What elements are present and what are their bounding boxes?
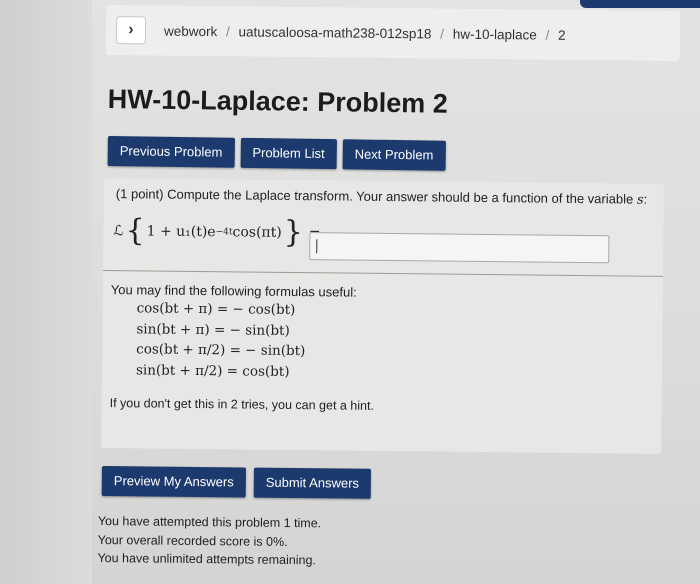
breadcrumb-item-course[interactable]: uatuscaloosa-math238-012sp18 xyxy=(239,24,432,41)
equation-expression: 1 + u₁(t)e xyxy=(146,223,216,241)
problem-prompt: (1 point) Compute the Laplace transform.… xyxy=(116,186,647,208)
laplace-operator: ℒ xyxy=(113,223,124,240)
chevron-right-icon[interactable]: › xyxy=(115,16,147,45)
formula-item: cos(bt + π/2) = − sin(bt) xyxy=(136,341,306,360)
breadcrumb-item-problem: 2 xyxy=(558,27,566,43)
status-attempts: You have attempted this problem 1 time. xyxy=(97,513,322,531)
problem-panel: (1 point) Compute the Laplace transform.… xyxy=(101,178,664,454)
page-title: HW-10-Laplace: Problem 2 xyxy=(107,84,449,119)
laplace-equation: ℒ { 1 + u₁(t)e−4t cos(πt) } = xyxy=(113,213,320,251)
prompt-colon: : xyxy=(643,191,648,207)
breadcrumb-item-set[interactable]: hw-10-laplace xyxy=(453,26,537,42)
formula-item: sin(bt + π/2) = cos(bt) xyxy=(135,361,290,380)
breadcrumb-trail: webwork / uatuscaloosa-math238-012sp18 /… xyxy=(164,23,566,42)
attempt-status: You have attempted this problem 1 time. … xyxy=(97,512,321,570)
breadcrumb-item-webwork[interactable]: webwork xyxy=(164,23,217,39)
formula-item: cos(bt + π) = − cos(bt) xyxy=(136,300,296,319)
top-right-tab xyxy=(580,0,700,8)
problem-list-button[interactable]: Problem List xyxy=(240,137,337,170)
status-score: Your overall recorded score is 0%. xyxy=(97,532,288,549)
submit-answers-button[interactable]: Submit Answers xyxy=(253,467,372,499)
answer-actions: Preview My Answers Submit Answers xyxy=(101,466,372,499)
prompt-text: (1 point) Compute the Laplace transform.… xyxy=(115,186,634,207)
hint-text: If you don't get this in 2 tries, you ca… xyxy=(109,396,375,413)
divider xyxy=(103,269,664,277)
status-remaining: You have unlimited attempts remaining. xyxy=(97,550,317,568)
right-brace: } xyxy=(283,214,304,251)
breadcrumb: › webwork / uatuscaloosa-math238-012sp18… xyxy=(105,4,681,62)
breadcrumb-separator: / xyxy=(225,23,230,39)
answer-input[interactable] xyxy=(309,232,610,264)
breadcrumb-separator: / xyxy=(545,27,550,43)
formula-list: cos(bt + π) = − cos(bt) sin(bt + π) = − … xyxy=(136,298,306,382)
formula-item: sin(bt + π) = − sin(bt) xyxy=(136,320,290,339)
useful-formulas-intro: You may find the following formulas usef… xyxy=(110,282,357,300)
problem-nav: Previous Problem Problem List Next Probl… xyxy=(107,136,446,171)
left-margin xyxy=(0,0,92,584)
breadcrumb-separator: / xyxy=(440,25,445,42)
preview-answers-button[interactable]: Preview My Answers xyxy=(101,466,246,498)
equation-exponent: −4t xyxy=(215,227,233,238)
previous-problem-button[interactable]: Previous Problem xyxy=(107,136,235,168)
left-brace: { xyxy=(125,213,145,249)
next-problem-button[interactable]: Next Problem xyxy=(342,139,446,171)
equation-trig: cos(πt) xyxy=(232,224,282,241)
